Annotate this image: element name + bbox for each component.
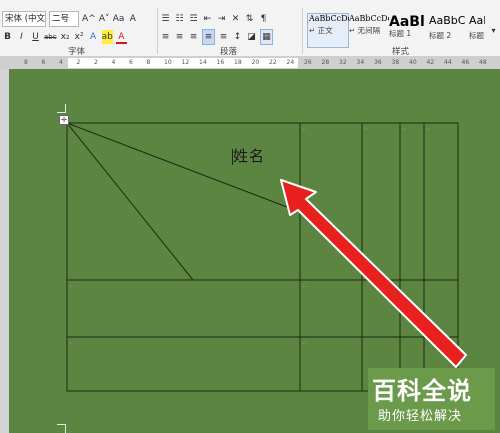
cell-end-mark: ↵	[302, 284, 306, 290]
cell-end-mark: ↵	[426, 127, 430, 133]
cell-end-mark: ↵	[402, 127, 406, 133]
table-move-handle-icon[interactable]: ✛	[59, 115, 69, 125]
red-arrow-annotation	[280, 179, 467, 368]
table-cell-text[interactable]: 姓名	[233, 145, 265, 166]
cell-end-mark: ↵	[69, 341, 73, 347]
watermark-logo: 百科全说 助你轻松解决	[368, 368, 495, 430]
watermark-title: 百科全说	[372, 377, 472, 405]
watermark-subtitle: 助你轻松解决	[378, 409, 463, 424]
diagonal-slash-line	[66, 122, 301, 213]
cell-end-mark: ↵	[364, 127, 368, 133]
cell-end-mark: ↵	[69, 284, 73, 290]
cell-end-mark: ↵	[302, 341, 306, 347]
cell-end-mark: ↵	[302, 127, 306, 133]
